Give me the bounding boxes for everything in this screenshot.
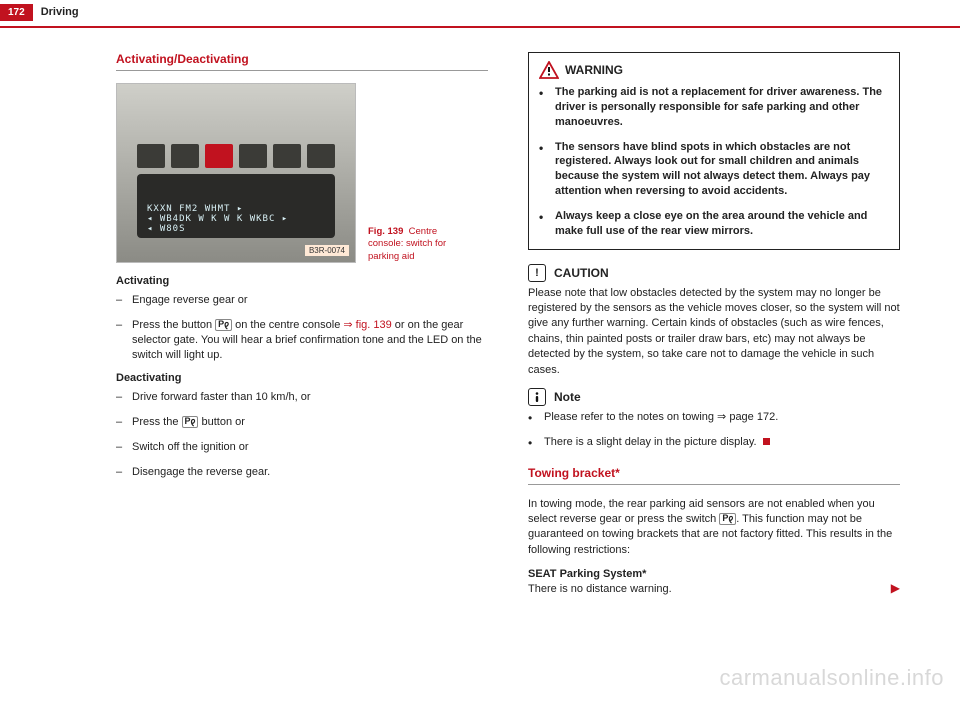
page-header: 172 Driving [0,0,960,24]
list-item: Please refer to the notes on towing ⇒ pa… [528,410,900,425]
parking-icon: P𐑞 [215,319,232,331]
section-heading-towing-bracket: Towing bracket* [528,466,900,485]
warning-label: WARNING [565,63,623,77]
right-column: WARNING The parking aid is not a replace… [528,52,900,598]
page-number-tab: 172 [0,4,33,21]
list-item: Drive forward faster than 10 km/h, or [116,390,488,405]
list-item: The parking aid is not a replacement for… [539,85,889,130]
subhead-activating: Activating [116,275,488,287]
note-text: There is a slight delay in the picture d… [544,436,757,448]
deactivating-list: Drive forward faster than 10 km/h, or Pr… [116,390,488,479]
note-list: Please refer to the notes on towing ⇒ pa… [528,410,900,450]
text-fragment: Press the [132,416,182,428]
activating-list: Engage reverse gear or Press the button … [116,293,488,362]
list-item: Press the button P𐑞 on the centre consol… [116,318,488,363]
warning-heading: WARNING [539,61,889,79]
towing-intro: In towing mode, the rear parking aid sen… [528,497,900,559]
caution-label: CAUTION [554,266,609,280]
warning-list: The parking aid is not a replacement for… [539,85,889,239]
list-item: Engage reverse gear or [116,293,488,308]
watermark: carmanualsonline.info [719,665,944,691]
figure-image: KXXN FM2 WHMT ▸ ◂ WB4DK W K W K WKBC ▸ ◂… [116,83,356,263]
parking-aid-button [205,144,233,168]
note-icon [528,388,546,406]
figure-139: KXXN FM2 WHMT ▸ ◂ WB4DK W K W K WKBC ▸ ◂… [116,83,488,263]
text-fragment: on the centre console [232,319,343,331]
parking-icon: P𐑞 [182,416,199,428]
subhead-seat-parking-system: SEAT Parking System* [528,568,900,580]
list-item: Disengage the reverse gear. [116,465,488,480]
console-button [307,144,335,168]
console-button [239,144,267,168]
note-label: Note [554,390,581,404]
figure-caption-label: Fig. 139 [368,226,403,237]
radio-line: KXXN FM2 WHMT ▸ [147,204,325,214]
seat-parking-system-text: There is no distance warning. ▶ [528,582,900,597]
list-item: There is a slight delay in the picture d… [528,435,900,450]
figure-button-row [137,144,335,168]
list-item: Switch off the ignition or [116,440,488,455]
list-item: Press the P𐑞 button or [116,415,488,430]
caution-heading: ! CAUTION [528,264,900,282]
figure-reference: ⇒ fig. 139 [343,319,391,331]
text-fragment: There is no distance warning. [528,583,672,595]
subhead-deactivating: Deactivating [116,372,488,384]
radio-display: KXXN FM2 WHMT ▸ ◂ WB4DK W K W K WKBC ▸ ◂… [137,174,335,238]
radio-line: ◂ W80S [147,224,325,234]
warning-icon [539,61,559,79]
section-heading-activating-deactivating: Activating/Deactivating [116,52,488,71]
caution-icon: ! [528,264,546,282]
console-button [171,144,199,168]
header-rule [0,26,960,28]
list-item: Always keep a close eye on the area arou… [539,209,889,239]
continue-arrow-icon: ▶ [891,580,900,597]
content-columns: Activating/Deactivating KXXN FM2 WHMT ▸ … [0,52,960,598]
radio-line: ◂ WB4DK W K W K WKBC ▸ [147,214,325,224]
chapter-title: Driving [41,6,79,18]
section-end-icon [763,438,770,445]
figure-code: B3R-0074 [305,245,349,256]
console-button [137,144,165,168]
caution-text: Please note that low obstacles detected … [528,286,900,378]
note-heading: Note [528,388,900,406]
text-fragment: Press the button [132,319,215,331]
figure-caption: Fig. 139 Centre console: switch for park… [368,226,468,263]
warning-box: WARNING The parking aid is not a replace… [528,52,900,250]
text-fragment: button or [198,416,244,428]
list-item: The sensors have blind spots in which ob… [539,140,889,199]
console-button [273,144,301,168]
parking-icon: P𐑞 [719,513,736,525]
left-column: Activating/Deactivating KXXN FM2 WHMT ▸ … [116,52,488,598]
